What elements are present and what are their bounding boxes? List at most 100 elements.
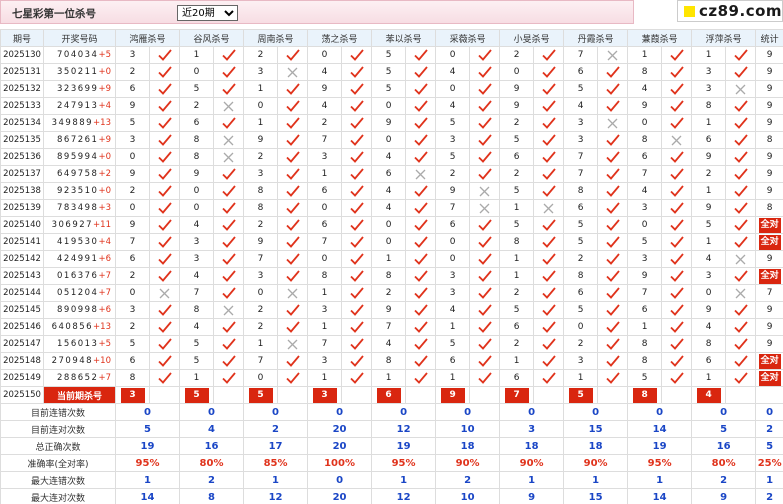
kill-result xyxy=(533,352,565,370)
kill-number: 2 xyxy=(115,267,150,285)
kill-number: 2 xyxy=(243,318,279,336)
kill-result xyxy=(148,250,181,268)
kill-number: 8 xyxy=(627,335,663,353)
kill-result xyxy=(405,369,437,387)
kill-result xyxy=(277,318,309,336)
kill-result xyxy=(597,165,629,183)
kill-number: 3 xyxy=(563,131,599,149)
kill-number: 5 xyxy=(627,369,663,387)
kill-number: 4 xyxy=(435,301,471,319)
kill-number: 5 xyxy=(499,131,535,149)
check-icon xyxy=(541,151,556,163)
kill-result xyxy=(469,352,501,370)
check-icon xyxy=(157,151,172,163)
kill-result xyxy=(213,335,245,353)
stat-cell: 全对 xyxy=(755,267,783,285)
stat-cell: 7 xyxy=(755,284,783,302)
kill-number: 1 xyxy=(307,369,343,387)
column-header: 小旻杀号 xyxy=(499,29,565,47)
kill-number: 3 xyxy=(691,267,727,285)
kill-number: 4 xyxy=(371,335,407,353)
kill-number: 8 xyxy=(371,267,407,285)
summary-value: 0 xyxy=(307,471,373,489)
check-icon xyxy=(221,338,236,350)
current-kill-value: 3 xyxy=(307,386,343,404)
kill-number: 6 xyxy=(435,216,471,234)
kill-number: 1 xyxy=(307,165,343,183)
kill-number: 0 xyxy=(435,80,471,98)
kill-number: 8 xyxy=(499,233,535,251)
kill-result xyxy=(469,216,501,234)
check-icon xyxy=(477,321,492,333)
current-kill-value: 5 xyxy=(563,386,599,404)
summary-value: 9 xyxy=(499,488,565,504)
draw-digits: 016376 xyxy=(57,271,99,281)
current-kill-label: 当前期杀号 xyxy=(43,386,116,404)
kill-number: 3 xyxy=(179,250,215,268)
draw-number-cell: 306927+11 xyxy=(43,216,116,234)
current-kill-badge: 8 xyxy=(632,387,657,403)
kill-number: 2 xyxy=(499,165,535,183)
cross-icon xyxy=(671,135,682,145)
period-select[interactable]: 近20期 xyxy=(177,5,238,21)
check-icon xyxy=(541,338,556,350)
check-icon xyxy=(541,49,556,61)
kill-result xyxy=(597,148,629,166)
draw-number-cell: 350211+0 xyxy=(43,63,116,81)
summary-value: 0 xyxy=(179,403,245,421)
summary-value: 12 xyxy=(371,420,437,438)
check-icon xyxy=(221,168,236,180)
kill-result xyxy=(405,216,437,234)
check-icon xyxy=(669,100,684,112)
summary-value: 0 xyxy=(627,403,693,421)
summary-label: 目前连错次数 xyxy=(0,403,116,421)
kill-result xyxy=(405,352,437,370)
check-icon xyxy=(605,83,620,95)
kill-number: 0 xyxy=(115,199,150,217)
kill-number: 7 xyxy=(307,131,343,149)
check-icon xyxy=(605,372,620,384)
draw-digits: 051204 xyxy=(57,288,99,298)
kill-table: 期号 开奖号码 鸿雁杀号 谷风杀号 周南杀号 荡之杀号 苯以杀号 采薇杀号 小旻杀号 丹霞杀号 蒹葭… xyxy=(0,29,783,504)
check-icon xyxy=(285,219,300,231)
summary-value: 0 xyxy=(371,403,437,421)
kill-number: 2 xyxy=(115,182,150,200)
check-icon xyxy=(221,270,236,282)
check-icon xyxy=(221,117,236,129)
kill-number: 1 xyxy=(691,46,727,64)
summary-value: 10 xyxy=(435,488,501,504)
check-icon xyxy=(221,83,236,95)
kill-result xyxy=(469,165,501,183)
kill-number: 2 xyxy=(307,114,343,132)
check-icon xyxy=(221,219,236,231)
summary-value: 90% xyxy=(499,454,565,472)
kill-result xyxy=(213,46,245,64)
issue-cell: 2025145 xyxy=(0,301,44,319)
kill-number: 5 xyxy=(371,80,407,98)
kill-number: 0 xyxy=(371,97,407,115)
check-icon xyxy=(541,100,556,112)
summary-value: 90% xyxy=(563,454,629,472)
check-icon xyxy=(349,83,364,95)
header-row: 期号 开奖号码 鸿雁杀号 谷风杀号 周南杀号 荡之杀号 苯以杀号 采薇杀号 小旻杀号 丹霞杀号 蒹葭… xyxy=(0,29,783,47)
draw-number-cell: 783498+3 xyxy=(43,199,116,217)
draw-sum: +5 xyxy=(98,50,111,60)
kill-number: 9 xyxy=(435,182,471,200)
column-header: 鸿雁杀号 xyxy=(114,29,181,47)
site-logo[interactable]: cz89.com xyxy=(677,0,783,22)
kill-number: 1 xyxy=(499,352,535,370)
kill-result xyxy=(597,301,629,319)
kill-number: 2 xyxy=(499,114,535,132)
kill-number: 2 xyxy=(435,165,471,183)
draw-number-cell: 288652+7 xyxy=(43,369,116,387)
kill-number: 9 xyxy=(499,97,535,115)
stat-cell: 9 xyxy=(755,318,783,336)
draw-digits: 156013 xyxy=(57,339,99,349)
kill-result xyxy=(277,199,309,217)
kill-result xyxy=(661,199,693,217)
kill-result xyxy=(277,301,309,319)
kill-result xyxy=(405,199,437,217)
current-kill-badge: 7 xyxy=(504,387,529,403)
kill-number: 8 xyxy=(179,148,215,166)
kill-result xyxy=(661,301,693,319)
